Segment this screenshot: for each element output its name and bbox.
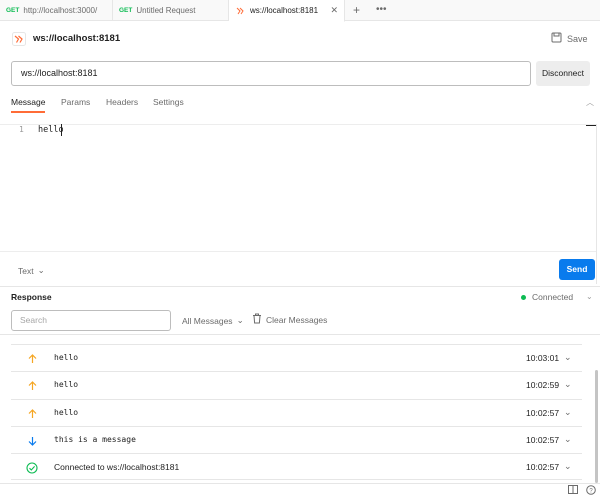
save-icon bbox=[551, 32, 562, 45]
message-filter-dropdown[interactable]: All Messages ⌄ bbox=[182, 315, 244, 326]
filter-label: All Messages bbox=[182, 315, 233, 326]
message-row[interactable]: hello 10:02:59 ⌄ bbox=[11, 371, 582, 398]
search-input[interactable]: Search bbox=[11, 310, 171, 331]
status-label: Connected bbox=[532, 292, 574, 302]
message-time: 10:03:01 bbox=[526, 353, 560, 363]
more-tabs-icon[interactable]: ••• bbox=[376, 3, 387, 17]
message-text: hello bbox=[54, 353, 79, 362]
response-title: Response bbox=[11, 292, 52, 302]
message-text: hello bbox=[54, 380, 79, 390]
trash-icon bbox=[252, 313, 262, 326]
message-text: hello bbox=[54, 407, 79, 417]
message-row[interactable]: this is a message 10:02:57 ⌄ bbox=[11, 425, 582, 453]
clear-messages-button[interactable]: Clear Messages bbox=[252, 313, 327, 326]
chevron-down-icon[interactable]: ⌄ bbox=[564, 461, 572, 472]
chevron-down-icon[interactable]: ⌄ bbox=[564, 434, 572, 445]
editor-content[interactable]: hello bbox=[38, 125, 64, 135]
tab-request-2[interactable]: GET Untitled Request bbox=[113, 0, 229, 21]
send-button[interactable]: Send bbox=[559, 259, 595, 280]
message-time: 10:02:57 bbox=[526, 462, 560, 473]
tab-bar: GET http://localhost:3000/ GET Untitled … bbox=[0, 0, 600, 22]
status-dot-icon bbox=[521, 294, 526, 300]
chevron-down-icon[interactable]: ⌄ bbox=[564, 379, 572, 390]
app-window: GET http://localhost:3000/ GET Untitled … bbox=[0, 0, 600, 497]
text-caret bbox=[61, 124, 62, 136]
disconnect-button[interactable]: Disconnect bbox=[536, 61, 590, 86]
tab-message[interactable]: Message bbox=[11, 97, 46, 107]
format-label: Text bbox=[18, 265, 34, 276]
message-editor[interactable] bbox=[0, 124, 596, 252]
chevron-down-icon: ⌄ bbox=[236, 315, 244, 325]
request-title: ws://localhost:8181 bbox=[33, 33, 121, 44]
editor-scroll-indicator bbox=[586, 125, 596, 135]
format-dropdown[interactable]: Text ⌄ bbox=[18, 265, 45, 276]
tab-request-1[interactable]: GET http://localhost:3000/ bbox=[0, 0, 113, 21]
message-time: 10:02:59 bbox=[526, 380, 560, 391]
websocket-icon bbox=[235, 6, 245, 16]
status-bar bbox=[0, 483, 600, 497]
tab-websocket[interactable]: ws://localhost:8181 ✕ bbox=[229, 0, 345, 22]
divider bbox=[0, 286, 600, 287]
save-button[interactable]: Save bbox=[551, 32, 588, 45]
scrollbar[interactable] bbox=[595, 370, 598, 483]
arrow-down-icon bbox=[26, 435, 38, 447]
tab-label: ws://localhost:8181 bbox=[250, 6, 319, 15]
tab-params[interactable]: Params bbox=[61, 97, 90, 107]
tab-headers[interactable]: Headers bbox=[106, 97, 138, 107]
chevron-down-icon[interactable]: ⌄ bbox=[586, 292, 593, 301]
new-tab-icon[interactable]: + bbox=[353, 3, 360, 17]
message-row[interactable]: Connected to ws://localhost:8181 10:02:5… bbox=[11, 453, 582, 481]
layout-icon[interactable] bbox=[568, 485, 578, 496]
check-circle-icon bbox=[26, 462, 38, 474]
arrow-up-icon bbox=[26, 408, 38, 420]
divider bbox=[0, 334, 600, 335]
message-list: hello 10:03:01 ⌄ hello 10:02:59 ⌄ hello … bbox=[11, 344, 582, 481]
chevron-up-icon[interactable]: ︿ bbox=[586, 97, 594, 108]
editor-border bbox=[596, 124, 597, 284]
tab-label: Untitled Request bbox=[136, 6, 196, 15]
active-tab-indicator bbox=[11, 111, 45, 113]
clear-label: Clear Messages bbox=[266, 314, 328, 325]
tab-method: GET bbox=[6, 7, 20, 14]
tab-settings[interactable]: Settings bbox=[153, 97, 184, 107]
message-row[interactable]: hello 10:02:57 ⌄ bbox=[11, 398, 582, 426]
line-number: 1 bbox=[19, 125, 24, 134]
arrow-up-icon bbox=[26, 353, 38, 365]
arrow-up-icon bbox=[26, 380, 38, 392]
message-time: 10:02:57 bbox=[526, 407, 560, 418]
message-text: Connected to ws://localhost:8181 bbox=[54, 462, 180, 473]
connection-status: Connected bbox=[521, 292, 573, 302]
help-icon[interactable]: ? bbox=[586, 485, 596, 497]
message-text: this is a message bbox=[54, 434, 136, 444]
chevron-down-icon[interactable]: ⌄ bbox=[564, 352, 572, 363]
chevron-down-icon: ⌄ bbox=[37, 265, 45, 275]
websocket-icon bbox=[12, 32, 26, 48]
close-tab-icon[interactable]: ✕ bbox=[330, 5, 338, 16]
message-time: 10:02:57 bbox=[526, 434, 560, 445]
save-label: Save bbox=[567, 33, 588, 44]
url-input[interactable]: ws://localhost:8181 bbox=[11, 61, 531, 86]
tab-method: GET bbox=[119, 7, 133, 14]
message-row[interactable]: hello 10:03:01 ⌄ bbox=[11, 344, 582, 371]
chevron-down-icon[interactable]: ⌄ bbox=[564, 407, 572, 418]
tab-label: http://localhost:3000/ bbox=[23, 6, 98, 15]
